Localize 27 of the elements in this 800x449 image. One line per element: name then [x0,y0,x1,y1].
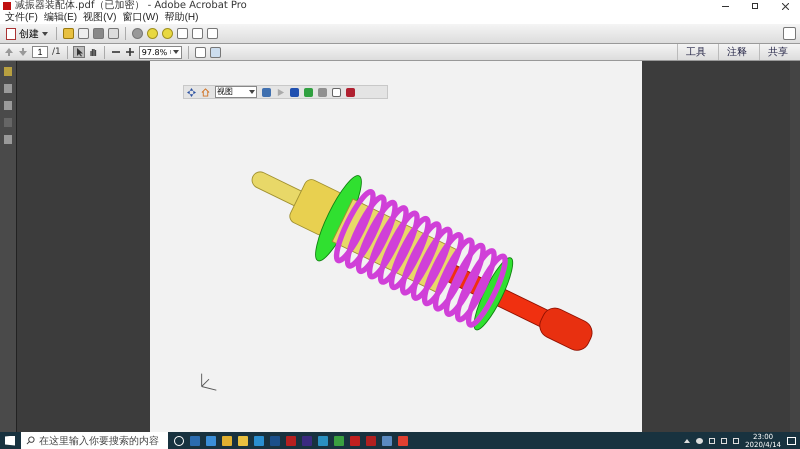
menu-item[interactable]: 文件(F) [2,12,41,24]
menu-item[interactable]: 编辑(E) [40,12,80,24]
windows-start-icon[interactable] [5,436,15,446]
down-arrow-icon[interactable] [18,47,28,57]
zoom-in-icon[interactable] [124,47,135,57]
menu-item[interactable]: 窗口(W) [119,12,162,24]
up-arrow-icon[interactable] [4,47,14,57]
search-icon [26,436,35,445]
close-icon [782,2,788,10]
task-view-icon[interactable] [174,436,184,446]
pane-tab[interactable]: 注释 [718,44,755,60]
app-logo-icon [3,2,11,10]
view-dropdown[interactable]: 视图 [215,86,257,98]
pane-tab[interactable]: 共享 [759,44,796,60]
cursor-icon[interactable] [74,47,84,57]
tray-chevron-icon[interactable] [684,438,690,442]
page-total: /1 [52,47,61,57]
home-icon[interactable] [201,88,210,96]
menu-item[interactable]: 视图(V) [80,12,120,24]
pane-tab[interactable]: 工具 [677,44,714,60]
scrollbar[interactable] [790,61,800,432]
create-button[interactable]: 创建 [4,26,50,42]
rotate-icon[interactable] [187,88,196,96]
taskbar-search-field[interactable]: 在这里输入你要搜索的内容 [21,432,168,449]
zoom-dropdown[interactable]: 97.8% [138,46,182,58]
menu-item[interactable]: 帮助(H) [162,12,202,24]
page-number-field[interactable]: 1 [32,46,48,58]
